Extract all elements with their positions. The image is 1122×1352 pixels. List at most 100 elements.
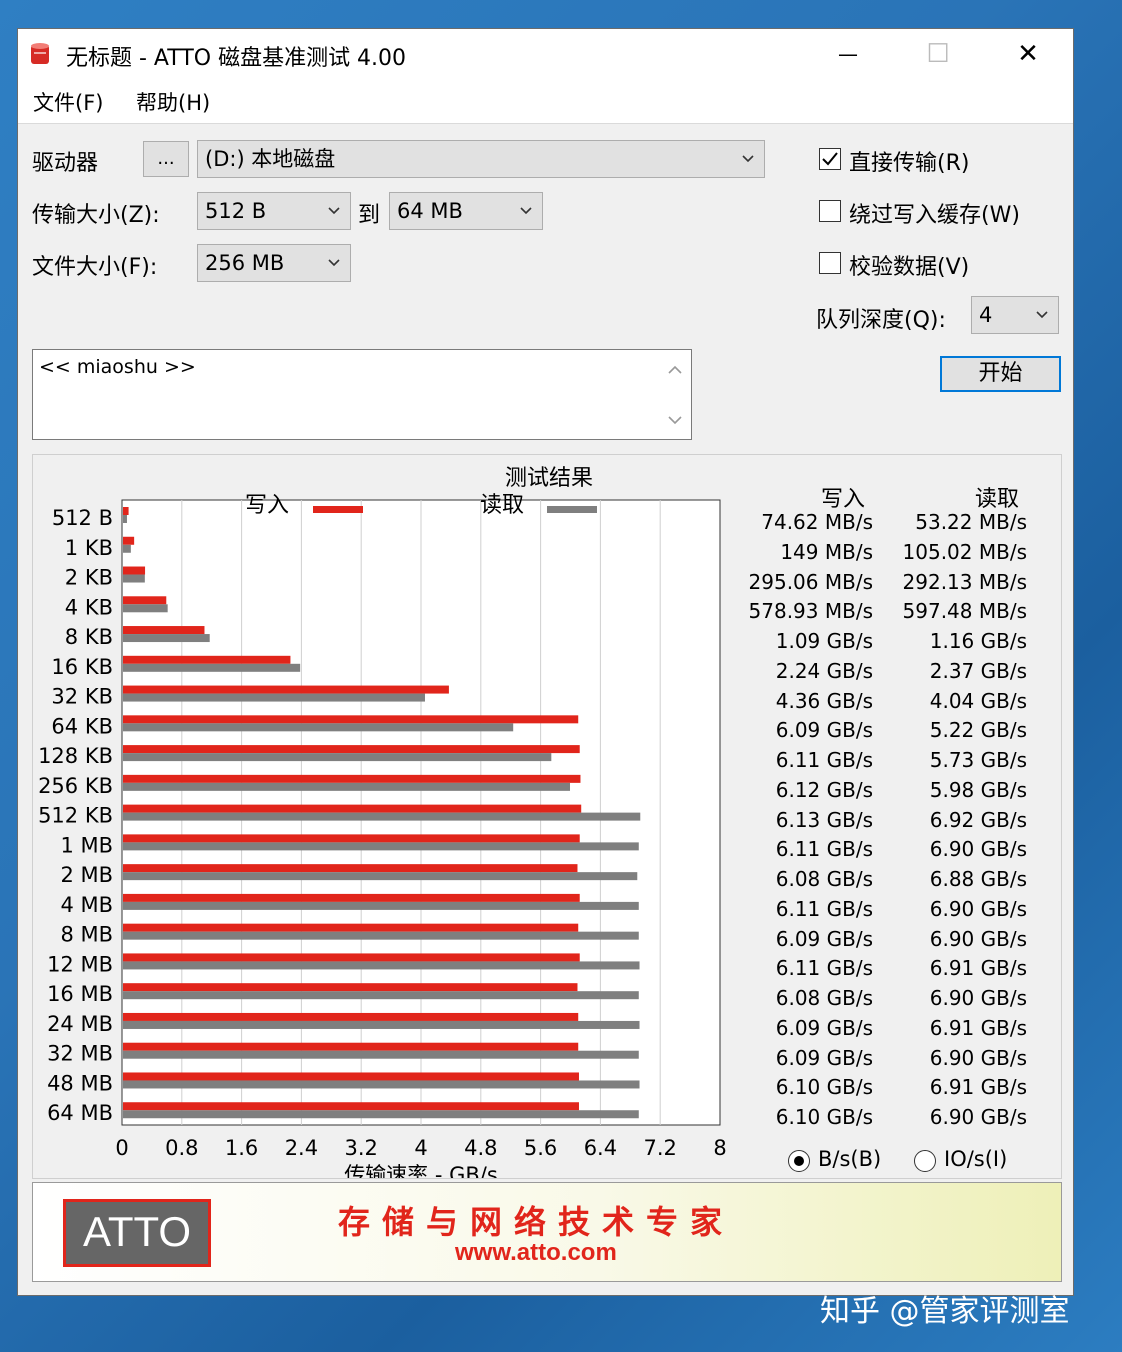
x-tick-label: 2.4 [285, 1136, 318, 1160]
write-speed-value: 6.09 GB/s [775, 1015, 873, 1040]
start-button[interactable]: 开始 [940, 356, 1061, 392]
write-bar [123, 655, 291, 664]
category-label: 12 MB [47, 952, 113, 976]
description-scrollbar[interactable] [659, 350, 691, 439]
write-column-header: 写入 [821, 487, 866, 512]
maximize-button[interactable]: ☐ [893, 29, 983, 79]
category-label: 48 MB [47, 1071, 113, 1095]
category-label: 4 KB [65, 595, 113, 619]
menu-help[interactable]: 帮助(H) [136, 87, 210, 117]
read-bar [123, 515, 127, 523]
transfer-from-select[interactable]: 512 B [197, 192, 351, 230]
write-bar [123, 1072, 579, 1081]
scroll-up-icon[interactable] [659, 358, 691, 382]
read-speed-value: 6.91 GB/s [929, 1075, 1027, 1100]
units-bytes-radio[interactable] [788, 1150, 810, 1172]
units-io-label[interactable]: IO/s(I) [944, 1147, 1007, 1171]
verify-data-label[interactable]: 校验数据(V) [849, 249, 969, 281]
x-tick-label: 4 [414, 1136, 427, 1160]
direct-io-label[interactable]: 直接传输(R) [849, 145, 969, 177]
write-bar [123, 685, 449, 694]
read-bar [123, 574, 145, 583]
write-speed-value: 6.08 GB/s [775, 986, 873, 1011]
category-label: 8 KB [65, 625, 113, 649]
drive-select[interactable]: (D:) 本地磁盘 [197, 140, 765, 178]
window-title: 无标题 - ATTO 磁盘基准测试 4.00 [66, 46, 407, 71]
read-bar [123, 753, 552, 762]
results-heading: 测试结果 [505, 466, 593, 491]
category-label: 512 B [52, 506, 113, 530]
category-label: 16 KB [51, 655, 113, 679]
write-bar [123, 715, 579, 724]
x-tick-label: 6.4 [584, 1136, 617, 1160]
write-bar [123, 1042, 579, 1051]
write-bar [123, 536, 135, 545]
write-bar [123, 834, 580, 843]
read-speed-value: 5.98 GB/s [929, 777, 1027, 802]
write-speed-value: 6.12 GB/s [775, 777, 873, 802]
direct-io-checkbox[interactable] [819, 148, 841, 170]
write-speed-value: 6.11 GB/s [775, 748, 873, 773]
category-label: 2 MB [60, 863, 113, 887]
file-size-select[interactable]: 256 MB [197, 244, 351, 282]
queue-depth-select[interactable]: 4 [971, 296, 1059, 334]
bypass-cache-checkbox[interactable] [819, 200, 841, 222]
category-label: 1 KB [65, 536, 113, 560]
menu-file[interactable]: 文件(F) [33, 87, 103, 117]
read-bar [123, 872, 638, 881]
browse-drive-button[interactable]: ... [143, 141, 189, 177]
write-bar [123, 745, 580, 754]
verify-data-checkbox[interactable] [819, 252, 841, 274]
title-bar[interactable]: 无标题 - ATTO 磁盘基准测试 4.00 — ☐ ✕ [18, 29, 1073, 79]
write-bar [123, 983, 578, 992]
write-bar [123, 507, 129, 515]
close-button[interactable]: ✕ [983, 29, 1073, 79]
minimize-button[interactable]: — [803, 29, 893, 79]
write-speed-value: 6.08 GB/s [775, 867, 873, 892]
units-bytes-label[interactable]: B/s(B) [818, 1147, 881, 1171]
read-bar [123, 931, 639, 940]
description-textarea[interactable]: << miaoshu >> [32, 349, 692, 440]
x-tick-label: 1.6 [225, 1136, 258, 1160]
read-speed-value: 6.90 GB/s [929, 837, 1027, 862]
category-label: 16 MB [47, 982, 113, 1006]
chevron-down-icon [328, 259, 340, 267]
read-speed-value: 4.04 GB/s [929, 688, 1027, 713]
legend-write-swatch [313, 506, 363, 513]
atto-logo: ATTO [63, 1199, 211, 1267]
drive-select-value: (D:) 本地磁盘 [205, 147, 336, 171]
chevron-down-icon [1036, 311, 1048, 319]
scroll-down-icon[interactable] [659, 408, 691, 432]
write-speed-value: 1.09 GB/s [775, 629, 873, 654]
file-size-value: 256 MB [205, 251, 285, 275]
category-label: 1 MB [60, 833, 113, 857]
read-bar [123, 693, 425, 702]
write-speed-value: 295.06 MB/s [748, 569, 873, 594]
atto-banner[interactable]: ATTO 存储与网络技术专家 www.atto.com [32, 1182, 1062, 1282]
write-bar [123, 953, 580, 962]
menu-bar: 文件(F) 帮助(H) [18, 79, 1073, 124]
transfer-to-select[interactable]: 64 MB [389, 192, 543, 230]
x-tick-label: 8 [713, 1136, 726, 1160]
bypass-cache-label[interactable]: 绕过写入缓存(W) [849, 197, 1020, 229]
write-bar [123, 893, 580, 902]
read-bar [123, 1050, 639, 1059]
queue-depth-label: 队列深度(Q): [816, 308, 946, 333]
transfer-to-value: 64 MB [397, 199, 463, 223]
category-label: 128 KB [38, 744, 113, 768]
write-speed-value: 578.93 MB/s [748, 599, 873, 624]
banner-url[interactable]: www.atto.com [455, 1239, 617, 1267]
read-bar [123, 991, 639, 1000]
read-speed-value: 6.90 GB/s [929, 1045, 1027, 1070]
read-bar [123, 901, 639, 910]
read-bar [123, 782, 571, 791]
read-bar [123, 1110, 639, 1119]
write-bar [123, 566, 146, 575]
category-label: 64 KB [51, 714, 113, 738]
read-bar [123, 1020, 640, 1029]
read-bar [123, 723, 514, 732]
read-bar [123, 604, 168, 613]
banner-tagline: 存储与网络技术专家 [338, 1203, 735, 1241]
read-column-header: 读取 [975, 487, 1020, 512]
units-io-radio[interactable] [914, 1150, 936, 1172]
